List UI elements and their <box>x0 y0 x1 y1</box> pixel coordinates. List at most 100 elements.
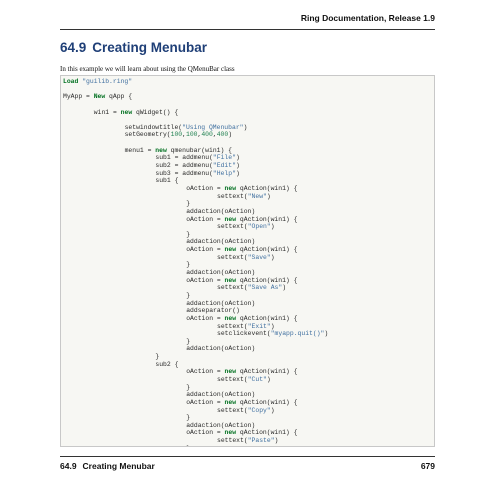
code-line: } <box>61 445 434 446</box>
code-text: sub1 { <box>155 177 179 185</box>
code-text: qWidget() { <box>132 108 179 116</box>
code-text: qAction(win1) { <box>236 246 298 254</box>
code-line: } <box>61 338 434 346</box>
code-line: setwindowtitle("Using QMenubar") <box>61 124 434 132</box>
code-text: addaction(oAction) <box>186 345 256 353</box>
code-text: setclickevent( <box>217 330 271 338</box>
page-number: 679 <box>420 461 435 471</box>
code-text: } <box>186 261 191 269</box>
code-text: setGeometry( <box>124 131 171 139</box>
code-line: addaction(oAction) <box>61 391 434 399</box>
code-line: oAction = new qAction(win1) { <box>61 277 434 285</box>
code-line: settext("Cut") <box>61 376 434 384</box>
code-string: "Paste" <box>247 437 275 445</box>
code-text: qAction(win1) { <box>236 314 298 322</box>
code-text: ) <box>266 192 271 200</box>
code-line: addseparator() <box>61 307 434 315</box>
code-text: ) <box>270 406 275 414</box>
code-string: "myapp.quit()" <box>270 330 325 338</box>
code-text: settext( <box>217 406 248 414</box>
code-text: } <box>186 383 191 391</box>
code-text: sub2 = addmenu( <box>155 162 213 170</box>
code-keyword: new <box>224 398 237 406</box>
code-string: "Help" <box>212 169 236 177</box>
code-text: addseparator() <box>186 307 240 315</box>
code-text: ) <box>270 322 275 330</box>
code-text: settext( <box>217 437 248 445</box>
intro-paragraph: In this example we will learn about usin… <box>60 65 235 73</box>
code-line: sub3 = addmenu("Help") <box>61 170 434 178</box>
code-text: settext( <box>217 375 248 383</box>
code-text: ) <box>324 330 329 338</box>
code-line: sub1 { <box>61 177 434 185</box>
code-keyword: New <box>93 93 106 101</box>
code-text: oAction = <box>186 184 225 192</box>
code-text: settext( <box>217 253 248 261</box>
document-page: Ring Documentation, Release 1.9 64.9 Crea… <box>0 0 495 495</box>
code-line: settext("Paste") <box>61 437 434 445</box>
code-line: oAction = new qAction(win1) { <box>61 368 434 376</box>
code-keyword: new <box>224 368 237 376</box>
code-line: } <box>61 231 434 239</box>
code-string: "Open" <box>247 223 271 231</box>
code-keyword: new <box>224 429 237 437</box>
code-text: ) <box>228 131 233 139</box>
code-text: addaction(oAction) <box>186 207 256 215</box>
code-text: settext( <box>217 223 248 231</box>
code-keyword: new <box>155 146 167 154</box>
code-line: oAction = new qAction(win1) { <box>61 315 434 323</box>
code-line: setGeometry(100,100,400,400) <box>61 131 434 139</box>
code-keyword: new <box>224 314 237 322</box>
code-line: } <box>61 384 434 392</box>
code-keyword: new <box>224 215 237 223</box>
code-line: } <box>61 261 434 269</box>
code-text: sub3 = addmenu( <box>155 169 213 177</box>
section-title: Creating Menubar <box>92 40 208 55</box>
code-line: settext("Save") <box>61 254 434 262</box>
code-lines: Load "guilib.ring" MyApp = New qApp { wi… <box>61 78 434 446</box>
code-line: } <box>61 200 434 208</box>
code-line: oAction = new qAction(win1) { <box>61 429 434 437</box>
code-text: oAction = <box>186 215 225 223</box>
code-text: menu1 = <box>124 146 156 154</box>
code-text: ) <box>235 154 240 162</box>
code-text: oAction = <box>186 429 225 437</box>
code-line: Load "guilib.ring" <box>61 78 434 86</box>
section-heading: 64.9 Creating Menubar <box>60 40 207 55</box>
code-text: ) <box>270 223 275 231</box>
code-line: oAction = new qAction(win1) { <box>61 185 434 193</box>
code-text: setwindowtitle( <box>124 123 183 131</box>
code-text: } <box>186 414 191 422</box>
code-line: sub2 = addmenu("Edit") <box>61 162 434 170</box>
code-text: oAction = <box>186 368 225 376</box>
code-number: 100 <box>170 131 183 139</box>
code-string: "guilib.ring" <box>82 78 133 85</box>
code-line: settext("Copy") <box>61 407 434 415</box>
code-line: menu1 = new qmenubar(win1) { <box>61 147 434 155</box>
code-keyword: new <box>224 276 237 284</box>
code-line: } <box>61 353 434 361</box>
code-text: } <box>186 230 191 238</box>
code-text: ) <box>274 437 279 445</box>
footer-section: 64.9 Creating Menubar <box>60 461 155 471</box>
code-text: addaction(oAction) <box>186 421 256 429</box>
code-line: addaction(oAction) <box>61 269 434 277</box>
code-text: settext( <box>217 284 248 292</box>
code-text: addaction(oAction) <box>186 238 256 246</box>
code-text: ) <box>235 162 240 170</box>
code-text: addaction(oAction) <box>186 269 256 277</box>
code-text: settext( <box>217 322 248 330</box>
code-text: } <box>186 445 190 446</box>
code-string: "New" <box>247 192 267 200</box>
code-line: win1 = new qWidget() { <box>61 109 434 117</box>
code-keyword: new <box>224 184 237 192</box>
code-text: qAction(win1) { <box>236 276 298 284</box>
code-text: } <box>155 353 160 361</box>
footer-section-number: 64.9 <box>60 461 77 471</box>
code-keyword: new <box>224 246 237 254</box>
code-text: oAction = <box>186 246 225 254</box>
code-number: 100 <box>185 131 198 139</box>
